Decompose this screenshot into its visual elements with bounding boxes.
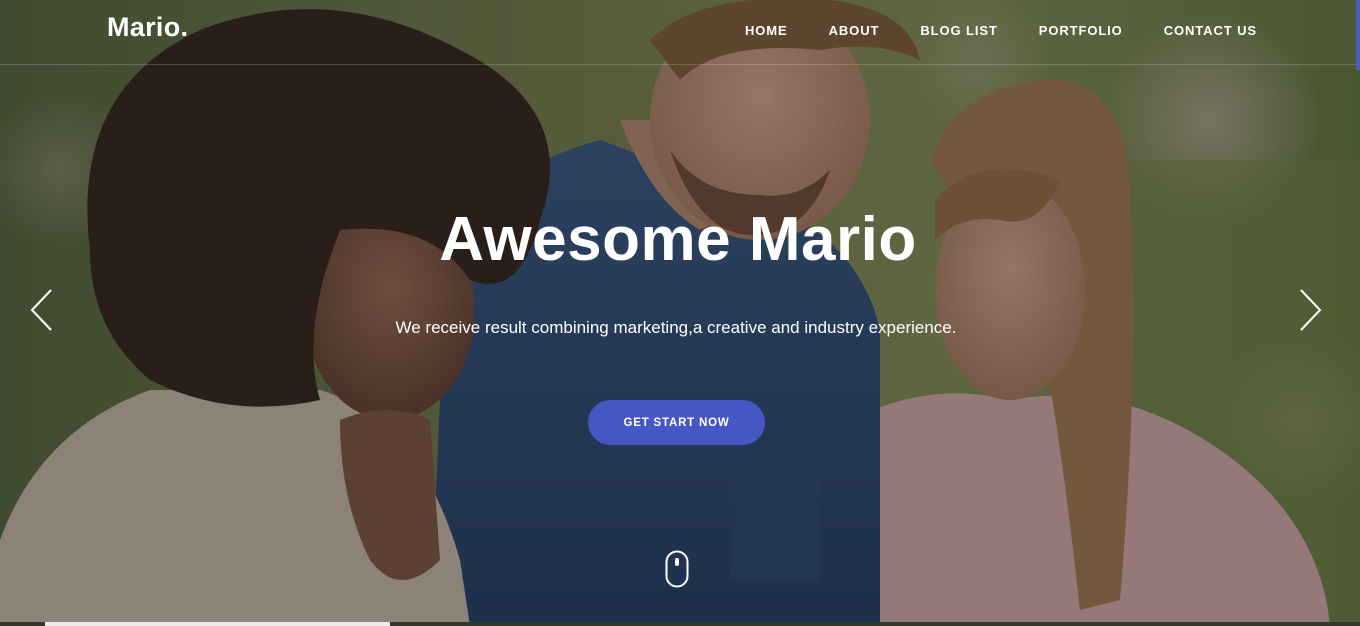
slider-prev-button[interactable] [29, 288, 55, 332]
scroll-down-indicator[interactable] [665, 550, 689, 588]
bottom-edge [0, 622, 1360, 626]
hero-subtitle: We receive result combining marketing,a … [395, 318, 957, 337]
top-navbar: Mario. HOME ABOUT BLOG LIST PORTFOLIO CO… [0, 0, 1356, 65]
dark-overlay [0, 0, 1360, 626]
scrollbar-thumb[interactable] [1356, 0, 1360, 70]
nav-item-home[interactable]: HOME [745, 23, 788, 38]
hero-section: Mario. HOME ABOUT BLOG LIST PORTFOLIO CO… [0, 0, 1360, 626]
main-menu: HOME ABOUT BLOG LIST PORTFOLIO CONTACT U… [745, 23, 1257, 38]
nav-item-about[interactable]: ABOUT [829, 23, 880, 38]
slider-next-button[interactable] [1297, 288, 1323, 332]
chevron-right-icon [1300, 289, 1322, 331]
mouse-scroll-icon [665, 550, 689, 588]
nav-item-blog-list[interactable]: BLOG LIST [920, 23, 997, 38]
hero-title: Awesome Mario [439, 205, 917, 274]
nav-item-portfolio[interactable]: PORTFOLIO [1039, 23, 1123, 38]
chevron-left-icon [30, 289, 52, 331]
nav-item-contact-us[interactable]: CONTACT US [1164, 23, 1257, 38]
get-start-now-button[interactable]: GET START NOW [588, 400, 765, 445]
site-logo[interactable]: Mario. [107, 12, 188, 43]
horizontal-scrollbar[interactable] [45, 622, 390, 626]
